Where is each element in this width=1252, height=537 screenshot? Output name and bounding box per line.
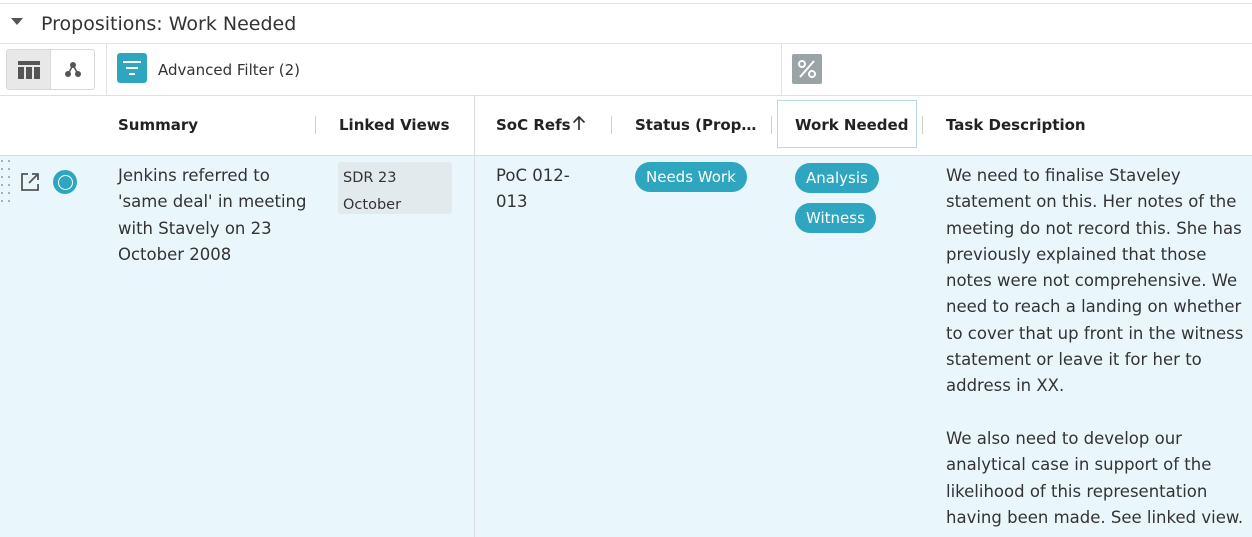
toolbar-divider <box>781 44 782 95</box>
column-header-linked-views[interactable]: Linked Views <box>339 116 450 134</box>
task-paragraph: We also need to develop our analytical c… <box>946 428 1244 527</box>
column-resizer[interactable] <box>922 116 923 134</box>
column-divider <box>474 95 475 537</box>
task-paragraph: We need to finalise Staveley statement o… <box>946 166 1244 396</box>
soc-ref-cell[interactable]: PoC 012-013 <box>496 163 586 216</box>
task-description-cell[interactable]: We need to finalise Staveley statement o… <box>946 163 1246 531</box>
sort-ascending-icon[interactable] <box>572 115 586 131</box>
row-status-icon[interactable] <box>53 170 77 194</box>
toolbar: Advanced Filter (2) <box>0 43 1252 96</box>
column-header-task-description[interactable]: Task Description <box>946 116 1086 134</box>
column-header-soc-refs[interactable]: SoC Refs <box>496 116 571 134</box>
advanced-filter-label[interactable]: Advanced Filter (2) <box>158 61 300 79</box>
section-header[interactable]: Propositions: Work Needed <box>0 4 1252 43</box>
grid-view-button[interactable] <box>7 50 51 89</box>
column-resizer[interactable] <box>611 116 612 134</box>
filter-icon <box>123 61 141 75</box>
column-header-status[interactable]: Status (Prop… <box>635 116 756 134</box>
status-pill[interactable]: Needs Work <box>635 162 747 192</box>
toolbar-divider <box>106 44 107 95</box>
table-row[interactable]: Jenkins referred to 'same deal' in meeti… <box>0 156 1252 537</box>
work-needed-pill[interactable]: Analysis <box>795 163 879 193</box>
view-toggle <box>6 49 95 90</box>
advanced-filter-button[interactable] <box>117 53 147 83</box>
column-resizer[interactable] <box>315 116 316 134</box>
percent-button[interactable] <box>792 54 822 84</box>
grid-view-icon <box>17 60 40 79</box>
summary-cell[interactable]: Jenkins referred to 'same deal' in meeti… <box>118 163 308 268</box>
open-record-icon[interactable] <box>20 172 40 192</box>
collapse-caret-icon[interactable] <box>11 18 23 25</box>
section-title: Propositions: Work Needed <box>41 13 297 35</box>
percent-icon <box>798 60 816 78</box>
table-header: Summary Linked Views SoC Refs Status (Pr… <box>0 95 1252 156</box>
column-header-summary[interactable]: Summary <box>118 116 198 134</box>
linked-view-chip[interactable]: SDR 23 October <box>338 162 452 214</box>
graph-view-icon <box>64 61 81 77</box>
drag-handle-icon[interactable] <box>1 160 11 202</box>
work-needed-pill[interactable]: Witness <box>795 203 876 233</box>
column-header-work-needed[interactable]: Work Needed <box>795 116 908 134</box>
column-resizer[interactable] <box>771 116 772 134</box>
graph-view-button[interactable] <box>51 50 94 89</box>
